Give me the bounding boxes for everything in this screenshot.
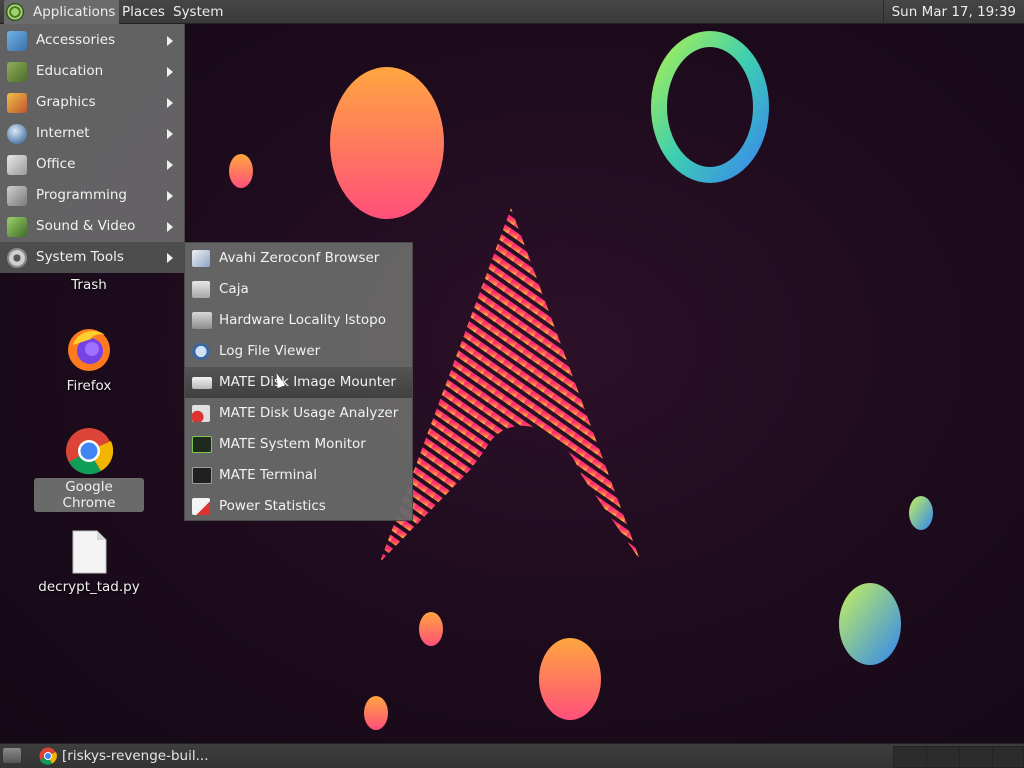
show-desktop-icon[interactable] bbox=[3, 748, 21, 763]
menu-item-avahi-zeroconf-browser[interactable]: Avahi Zeroconf Browser bbox=[185, 243, 412, 274]
menu-item-accessories[interactable]: Accessories bbox=[0, 25, 184, 56]
applications-label: Applications bbox=[33, 4, 116, 20]
menu-item-mate-disk-usage-analyzer[interactable]: MATE Disk Usage Analyzer bbox=[185, 398, 412, 429]
file-manager-icon bbox=[192, 281, 210, 298]
chrome-icon bbox=[39, 747, 57, 765]
taskbar-window-button[interactable]: [riskys-revenge-buil... bbox=[34, 745, 274, 767]
desktop-icon-trash[interactable]: Trash bbox=[34, 276, 144, 294]
avahi-icon bbox=[192, 250, 210, 267]
graphics-icon bbox=[7, 93, 27, 113]
system-tools-submenu: Avahi Zeroconf Browser Caja Hardware Loc… bbox=[184, 242, 413, 521]
submenu-arrow-icon bbox=[167, 222, 173, 232]
sound-video-icon bbox=[7, 217, 27, 237]
mate-logo-icon bbox=[6, 3, 24, 21]
internet-icon bbox=[7, 124, 27, 144]
places-menu-button[interactable]: Places bbox=[116, 0, 171, 24]
menu-item-caja[interactable]: Caja bbox=[185, 274, 412, 305]
menu-item-log-file-viewer[interactable]: Log File Viewer bbox=[185, 336, 412, 367]
menu-item-power-statistics[interactable]: Power Statistics bbox=[185, 491, 412, 522]
disk-usage-icon bbox=[192, 405, 210, 422]
desktop[interactable]: Applications Places System Sun Mar 17, 1… bbox=[0, 0, 1024, 768]
hardware-icon bbox=[192, 312, 212, 329]
desktop-icon-google-chrome[interactable]: Google Chrome bbox=[34, 427, 144, 512]
power-stats-icon bbox=[192, 498, 210, 515]
submenu-arrow-icon bbox=[167, 67, 173, 77]
menu-item-graphics[interactable]: Graphics bbox=[0, 87, 184, 118]
submenu-arrow-icon bbox=[167, 191, 173, 201]
taskbar-window-title: [riskys-revenge-buil... bbox=[62, 748, 209, 764]
chrome-icon bbox=[66, 428, 113, 475]
clock[interactable]: Sun Mar 17, 19:39 bbox=[882, 0, 1020, 24]
menu-item-internet[interactable]: Internet bbox=[0, 118, 184, 149]
menu-item-sound-video[interactable]: Sound & Video bbox=[0, 211, 184, 242]
top-panel: Applications Places System Sun Mar 17, 1… bbox=[0, 0, 1024, 24]
accessories-icon bbox=[7, 31, 27, 51]
menu-item-programming[interactable]: Programming bbox=[0, 180, 184, 211]
terminal-icon bbox=[192, 467, 212, 484]
firefox-icon bbox=[68, 329, 110, 371]
menu-item-mate-disk-image-mounter[interactable]: MATE Disk Image Mounter bbox=[185, 367, 412, 398]
system-tools-icon bbox=[7, 248, 27, 268]
desktop-icon-decrypt-tad-py[interactable]: decrypt_tad.py bbox=[34, 530, 144, 596]
log-viewer-icon bbox=[192, 343, 210, 360]
bottom-panel: [riskys-revenge-buil... bbox=[0, 743, 1024, 768]
education-icon bbox=[7, 62, 27, 82]
disk-mounter-icon bbox=[192, 377, 212, 389]
menu-item-system-tools[interactable]: System Tools bbox=[0, 242, 184, 273]
programming-icon bbox=[7, 186, 27, 206]
menu-item-office[interactable]: Office bbox=[0, 149, 184, 180]
submenu-arrow-icon bbox=[167, 36, 173, 46]
menu-item-mate-terminal[interactable]: MATE Terminal bbox=[185, 460, 412, 491]
submenu-arrow-icon bbox=[167, 253, 173, 263]
workspace-1[interactable] bbox=[893, 746, 927, 768]
file-icon bbox=[72, 530, 107, 574]
desktop-icon-firefox[interactable]: Firefox bbox=[34, 325, 144, 395]
menu-item-hardware-locality-lstopo[interactable]: Hardware Locality lstopo bbox=[185, 305, 412, 336]
desktop-icon-label: decrypt_tad.py bbox=[38, 579, 140, 595]
menu-item-education[interactable]: Education bbox=[0, 56, 184, 87]
desktop-icon-label: Trash bbox=[71, 277, 107, 293]
menu-item-mate-system-monitor[interactable]: MATE System Monitor bbox=[185, 429, 412, 460]
workspace-3[interactable] bbox=[959, 746, 993, 768]
submenu-arrow-icon bbox=[167, 160, 173, 170]
desktop-icon-label: Firefox bbox=[66, 378, 112, 394]
system-menu-button[interactable]: System bbox=[167, 0, 229, 24]
workspace-2[interactable] bbox=[926, 746, 960, 768]
applications-dropdown: Accessories Education Graphics Internet … bbox=[0, 24, 185, 273]
workspace-4[interactable] bbox=[992, 746, 1024, 768]
system-monitor-icon bbox=[192, 436, 212, 453]
submenu-arrow-icon bbox=[167, 129, 173, 139]
submenu-arrow-icon bbox=[167, 98, 173, 108]
desktop-icon-label: Google Chrome bbox=[34, 478, 144, 512]
office-icon bbox=[7, 155, 27, 175]
